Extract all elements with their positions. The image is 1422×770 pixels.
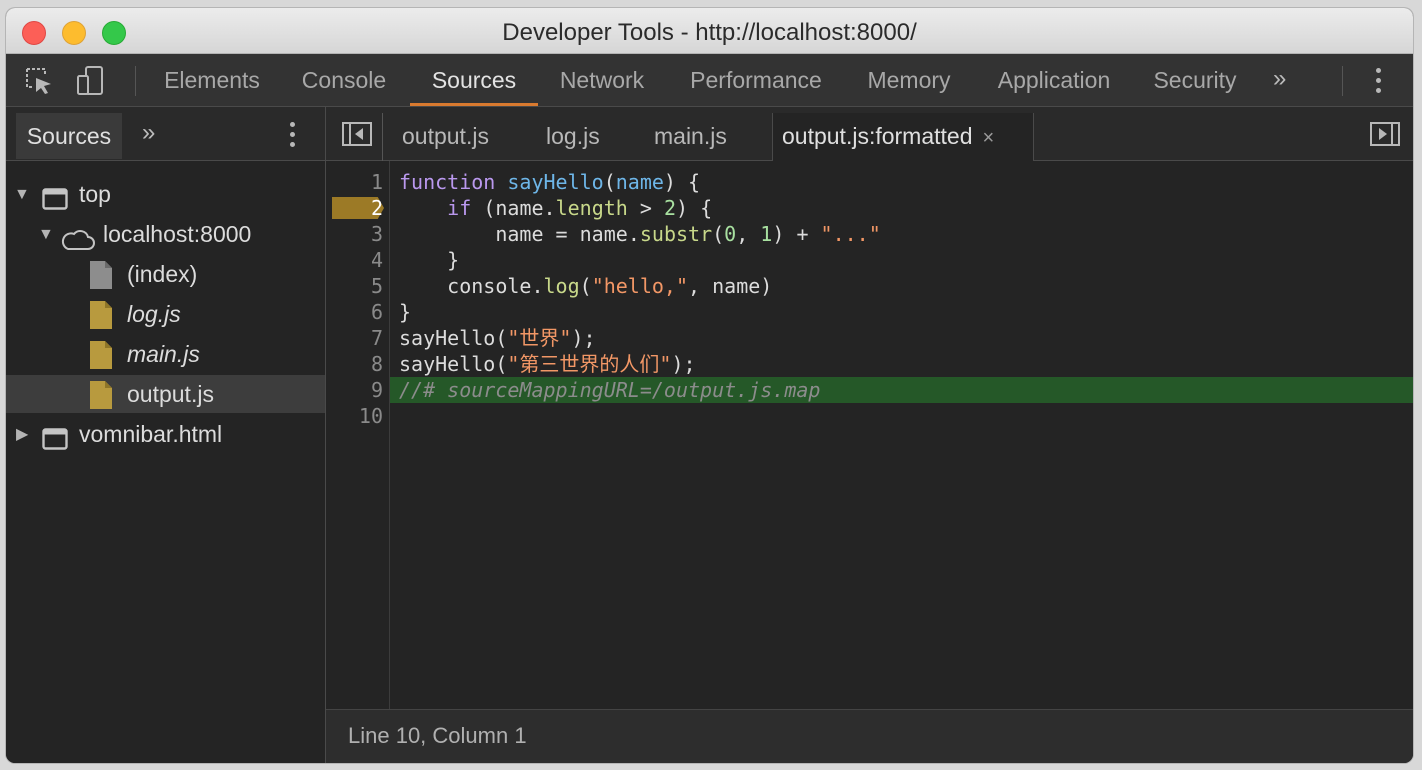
tree-item-localhost[interactable]: ▼ localhost:8000 — [6, 215, 325, 253]
line-number-gutter[interactable]: 1 2 3 4 5 6 7 8 9 10 — [326, 161, 390, 709]
editor-tab-output-formatted[interactable]: output.js:formatted × — [772, 113, 1034, 161]
editor-tab-main-js[interactable]: main.js — [654, 113, 727, 161]
tree-item-index[interactable]: (index) — [6, 255, 325, 293]
devtools-window: Developer Tools - http://localhost:8000/… — [6, 8, 1413, 763]
line-number[interactable]: 10 — [333, 403, 383, 429]
frame-icon — [42, 423, 68, 461]
window-title: Developer Tools - http://localhost:8000/ — [502, 19, 917, 46]
tree-item-main-js[interactable]: main.js — [6, 335, 325, 373]
main-toolbar: Elements Console Sources Network Perform… — [6, 54, 1413, 107]
tree-item-log-js[interactable]: log.js — [6, 295, 325, 333]
navigator-header: Sources » — [6, 107, 325, 161]
line-number[interactable]: 8 — [333, 351, 383, 377]
line-number[interactable]: 3 — [333, 221, 383, 247]
tree-item-label: (index) — [127, 261, 198, 287]
tab-network[interactable]: Network — [547, 54, 657, 106]
navigator-menu-icon[interactable] — [290, 122, 296, 152]
code-line[interactable]: } — [399, 247, 459, 273]
tree-item-label: log.js — [127, 301, 181, 327]
code-line[interactable]: console.log("hello,", name) — [399, 273, 772, 299]
toolbar-divider — [1342, 66, 1343, 96]
cursor-position: Line 10, Column 1 — [348, 723, 527, 748]
line-number[interactable]: 5 — [333, 273, 383, 299]
toggle-navigator-icon[interactable] — [342, 122, 372, 151]
code-line[interactable]: sayHello("世界"); — [399, 325, 596, 351]
line-number[interactable]: 1 — [333, 169, 383, 195]
status-bar: Line 10, Column 1 — [326, 709, 1413, 763]
tab-elements[interactable]: Elements — [153, 54, 271, 106]
editor-tab-log-js[interactable]: log.js — [546, 113, 600, 161]
line-number[interactable]: 4 — [333, 247, 383, 273]
navigator-sidebar: Sources » ▼ top ▼ localhost:8000 (index) — [6, 107, 326, 763]
code-line[interactable]: name = name.substr(0, 1) + "..." — [399, 221, 880, 247]
editor-tab-label: output.js:formatted — [782, 123, 973, 149]
line-number[interactable]: 7 — [333, 325, 383, 351]
code-line[interactable]: //# sourceMappingURL=/output.js.map — [399, 377, 820, 403]
tree-item-label: top — [79, 181, 111, 207]
editor-tab-output-js[interactable]: output.js — [402, 113, 489, 161]
more-tabs-icon[interactable]: » — [1273, 65, 1286, 93]
tab-memory[interactable]: Memory — [854, 54, 964, 106]
code-line[interactable]: function sayHello(name) { — [399, 169, 700, 195]
source-editor: output.js log.js main.js output.js:forma… — [326, 107, 1413, 763]
expand-triangle-icon[interactable]: ▼ — [14, 176, 30, 214]
tree-item-output-js[interactable]: output.js — [6, 375, 325, 413]
code-line[interactable]: } — [399, 299, 411, 325]
tree-item-top[interactable]: ▼ top — [6, 175, 325, 213]
tab-strip-divider — [382, 113, 383, 161]
tree-item-label: output.js — [127, 381, 214, 407]
tree-item-label: vomnibar.html — [79, 421, 223, 447]
title-bar: Developer Tools - http://localhost:8000/ — [6, 8, 1413, 54]
close-tab-icon[interactable]: × — [983, 127, 995, 149]
tree-item-label: localhost:8000 — [103, 221, 252, 247]
tab-application[interactable]: Application — [981, 54, 1127, 106]
tab-sources[interactable]: Sources — [410, 54, 538, 106]
code-line[interactable]: sayHello("第三世界的人们"); — [399, 351, 696, 377]
expand-triangle-icon[interactable]: ▼ — [38, 216, 54, 254]
tab-console[interactable]: Console — [288, 54, 400, 106]
device-toolbar-icon[interactable] — [76, 66, 106, 96]
tree-item-label: main.js — [127, 341, 200, 367]
tab-security[interactable]: Security — [1143, 54, 1247, 106]
code-line[interactable]: if (name.length > 2) { — [399, 195, 712, 221]
inspect-element-icon[interactable] — [24, 66, 54, 96]
toggle-debugger-icon[interactable] — [1370, 122, 1400, 151]
tree-item-vomnibar[interactable]: ▶ vomnibar.html — [6, 415, 325, 453]
editor-tab-strip: output.js log.js main.js output.js:forma… — [326, 107, 1413, 161]
line-number[interactable]: 2 — [333, 195, 383, 221]
customize-menu-icon[interactable] — [1376, 68, 1382, 98]
toolbar-divider — [135, 66, 136, 96]
tab-performance[interactable]: Performance — [674, 54, 838, 106]
more-navigator-tabs-icon[interactable]: » — [142, 119, 155, 147]
collapse-triangle-icon[interactable]: ▶ — [16, 416, 28, 454]
navigator-tab-sources[interactable]: Sources — [16, 113, 122, 159]
line-number[interactable]: 6 — [333, 299, 383, 325]
line-number[interactable]: 9 — [333, 377, 383, 403]
